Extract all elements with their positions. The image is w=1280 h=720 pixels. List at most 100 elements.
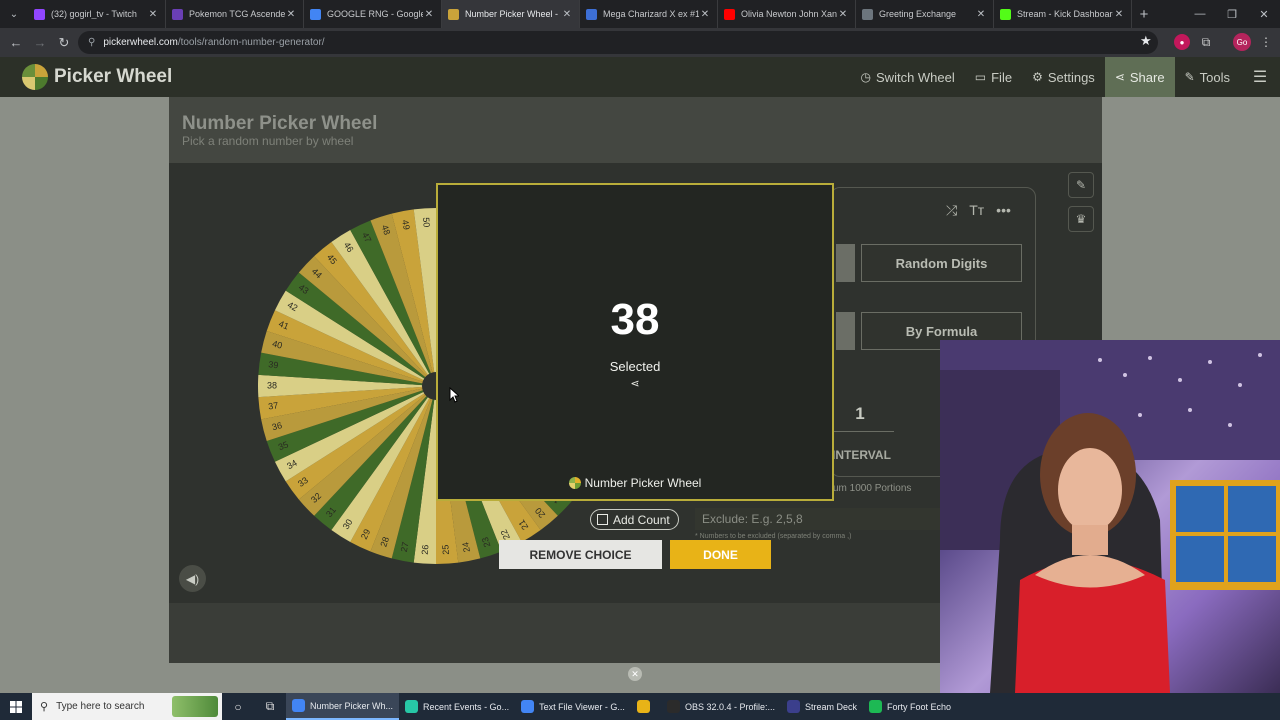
exclude-hint: * Numbers to be excluded (separated by c…	[695, 533, 852, 540]
windows-start-icon[interactable]	[0, 693, 32, 720]
nav-tools[interactable]: ✎ Tools	[1175, 57, 1240, 97]
taskbar-app[interactable]: Forty Foot Echo	[863, 693, 957, 720]
extensions-puzzle-icon[interactable]: ⧉	[1198, 34, 1214, 50]
share-icon: ⋖	[1114, 70, 1125, 84]
nav-switch-wheel[interactable]: ◷ Switch Wheel	[851, 57, 965, 97]
tab-close-icon[interactable]: ✕	[1113, 9, 1125, 20]
app-label: OBS 32.0.4 - Profile:...	[684, 701, 775, 712]
cortana-icon[interactable]: ○	[222, 693, 254, 720]
browser-tab-bar: ⌄ (32) gogirl_tv - Twitch ✕ Pokemon TCG As…	[0, 0, 1280, 28]
window-controls: — ❐ ✕	[1184, 0, 1280, 28]
back-icon[interactable]: ←	[4, 31, 28, 55]
search-placeholder: Type here to search	[56, 701, 145, 712]
new-tab-button[interactable]: +	[1132, 6, 1156, 23]
tab-close-icon[interactable]: ✕	[423, 9, 435, 20]
tab-close-icon[interactable]: ✕	[975, 9, 987, 20]
footer-band	[169, 663, 940, 693]
taskbar-app[interactable]: Recent Events - Go...	[399, 693, 515, 720]
tab-favicon-icon	[862, 8, 873, 20]
taskbar-app[interactable]: Text File Viewer - G...	[515, 693, 631, 720]
minimize-icon[interactable]: —	[1184, 0, 1216, 28]
random-digits-button[interactable]: Random Digits	[861, 244, 1022, 282]
extension-icon[interactable]: ●	[1174, 34, 1190, 50]
more-options-icon[interactable]: •••	[996, 202, 1011, 219]
exclude-input[interactable]: Exclude: E.g. 2,5,8	[695, 508, 940, 530]
tab-label: Pokemon TCG Ascended	[189, 9, 285, 19]
browser-tab[interactable]: Pokemon TCG Ascended ✕	[166, 0, 304, 28]
mouse-cursor-icon	[449, 387, 459, 403]
tab-close-icon[interactable]: ✕	[147, 9, 159, 20]
option-side-tab[interactable]	[836, 244, 855, 282]
add-count-checkbox[interactable]	[597, 514, 608, 525]
reload-icon[interactable]: ↻	[52, 31, 76, 55]
browser-tab[interactable]: Stream - Kick Dashboard ✕	[994, 0, 1132, 28]
taskbar-app[interactable]: Number Picker Wh...	[286, 693, 400, 720]
forward-icon[interactable]: →	[28, 31, 52, 55]
wrench-icon: ✎	[1184, 70, 1195, 84]
search-highlight-image	[172, 696, 218, 717]
option-side-tab[interactable]	[836, 312, 855, 350]
tab-search-chevron-icon[interactable]: ⌄	[0, 0, 28, 28]
url-domain: pickerwheel.com	[103, 37, 178, 48]
nav-file[interactable]: ▭ File	[965, 57, 1022, 97]
nav-share[interactable]: ⋖ Share	[1104, 57, 1175, 97]
logo-wheel-icon	[22, 64, 48, 90]
tab-close-icon[interactable]: ✕	[837, 9, 849, 20]
share-result-icon[interactable]: ⋖	[438, 377, 832, 390]
browser-tab[interactable]: Number Picker Wheel - P ✕	[442, 0, 580, 28]
text-size-icon[interactable]: Tт	[969, 202, 984, 219]
site-info-icon[interactable]: ⚲	[88, 37, 95, 48]
app-label: Stream Deck	[804, 701, 857, 712]
wheel-slice-label: 37	[268, 400, 279, 411]
interval-label: INTERVAL	[832, 448, 891, 462]
app-label: Text File Viewer - G...	[539, 701, 625, 712]
profile-avatar[interactable]: Go	[1233, 33, 1251, 51]
task-view-icon[interactable]: ⧉	[254, 693, 286, 720]
tab-favicon-icon	[586, 8, 597, 20]
browser-menu-icon[interactable]: ⋮	[1258, 34, 1274, 50]
nav-label: File	[991, 69, 1013, 85]
tab-label: Olivia Newton John Xana	[741, 9, 837, 19]
taskbar-app[interactable]: Stream Deck	[781, 693, 863, 720]
shuffle-icon[interactable]: ⤮	[946, 202, 957, 219]
taskbar-app[interactable]: OBS 32.0.4 - Profile:...	[661, 693, 781, 720]
browser-tab[interactable]: Mega Charizard X ex #12 ✕	[580, 0, 718, 28]
brand-wheel-icon	[568, 477, 581, 489]
browser-tab[interactable]: Greeting Exchange ✕	[856, 0, 994, 28]
close-window-icon[interactable]: ✕	[1248, 0, 1280, 28]
remove-choice-button[interactable]: REMOVE CHOICE	[499, 540, 662, 569]
sound-toggle-icon[interactable]: ◀)	[179, 565, 206, 592]
browser-tab[interactable]: (32) gogirl_tv - Twitch ✕	[28, 0, 166, 28]
tab-favicon-icon	[310, 8, 321, 20]
add-count-toggle[interactable]: Add Count	[590, 509, 679, 530]
taskbar-search-input[interactable]: ⚲ Type here to search	[32, 693, 222, 720]
close-overlay-icon[interactable]: ✕	[628, 667, 642, 681]
browser-tab[interactable]: GOOGLE RNG - Google S✕	[304, 0, 442, 28]
site-logo[interactable]: Picker Wheel	[22, 64, 172, 90]
title-area: Number Picker Wheel Pick a random number…	[169, 97, 1102, 163]
selected-number: 38	[610, 295, 660, 344]
tab-close-icon[interactable]: ✕	[285, 9, 297, 20]
search-icon: ⚲	[40, 701, 49, 713]
interval-input[interactable]: 1	[826, 396, 894, 432]
address-bar[interactable]: ⚲ pickerwheel.com/tools/random-number-ge…	[78, 31, 1158, 54]
result-popup: 38 Selected ⋖ Number Picker Wheel	[436, 183, 834, 501]
edit-toggle-icon[interactable]: ✎	[1068, 172, 1094, 198]
wheel-slice-label: 50	[421, 217, 432, 228]
browser-tab[interactable]: Olivia Newton John Xana ✕	[718, 0, 856, 28]
gear-icon: ⚙	[1032, 70, 1043, 84]
webcam-overlay	[940, 340, 1280, 693]
restore-icon[interactable]: ❐	[1216, 0, 1248, 28]
tab-close-icon[interactable]: ✕	[699, 9, 711, 20]
selected-label: Selected	[609, 359, 661, 374]
nav-label: Share	[1129, 69, 1165, 85]
trophy-icon[interactable]: ♛	[1068, 206, 1094, 232]
wheel-slice-label: 24	[460, 541, 472, 553]
nav-settings[interactable]: ⚙ Settings	[1022, 57, 1105, 97]
done-button[interactable]: DONE	[670, 540, 771, 569]
tab-close-icon[interactable]: ✕	[561, 9, 573, 20]
taskbar-app[interactable]	[631, 693, 661, 720]
app-icon	[636, 700, 650, 713]
bookmark-star-icon[interactable]: ★	[1140, 33, 1152, 49]
hamburger-menu-icon[interactable]: ☰	[1240, 67, 1280, 87]
